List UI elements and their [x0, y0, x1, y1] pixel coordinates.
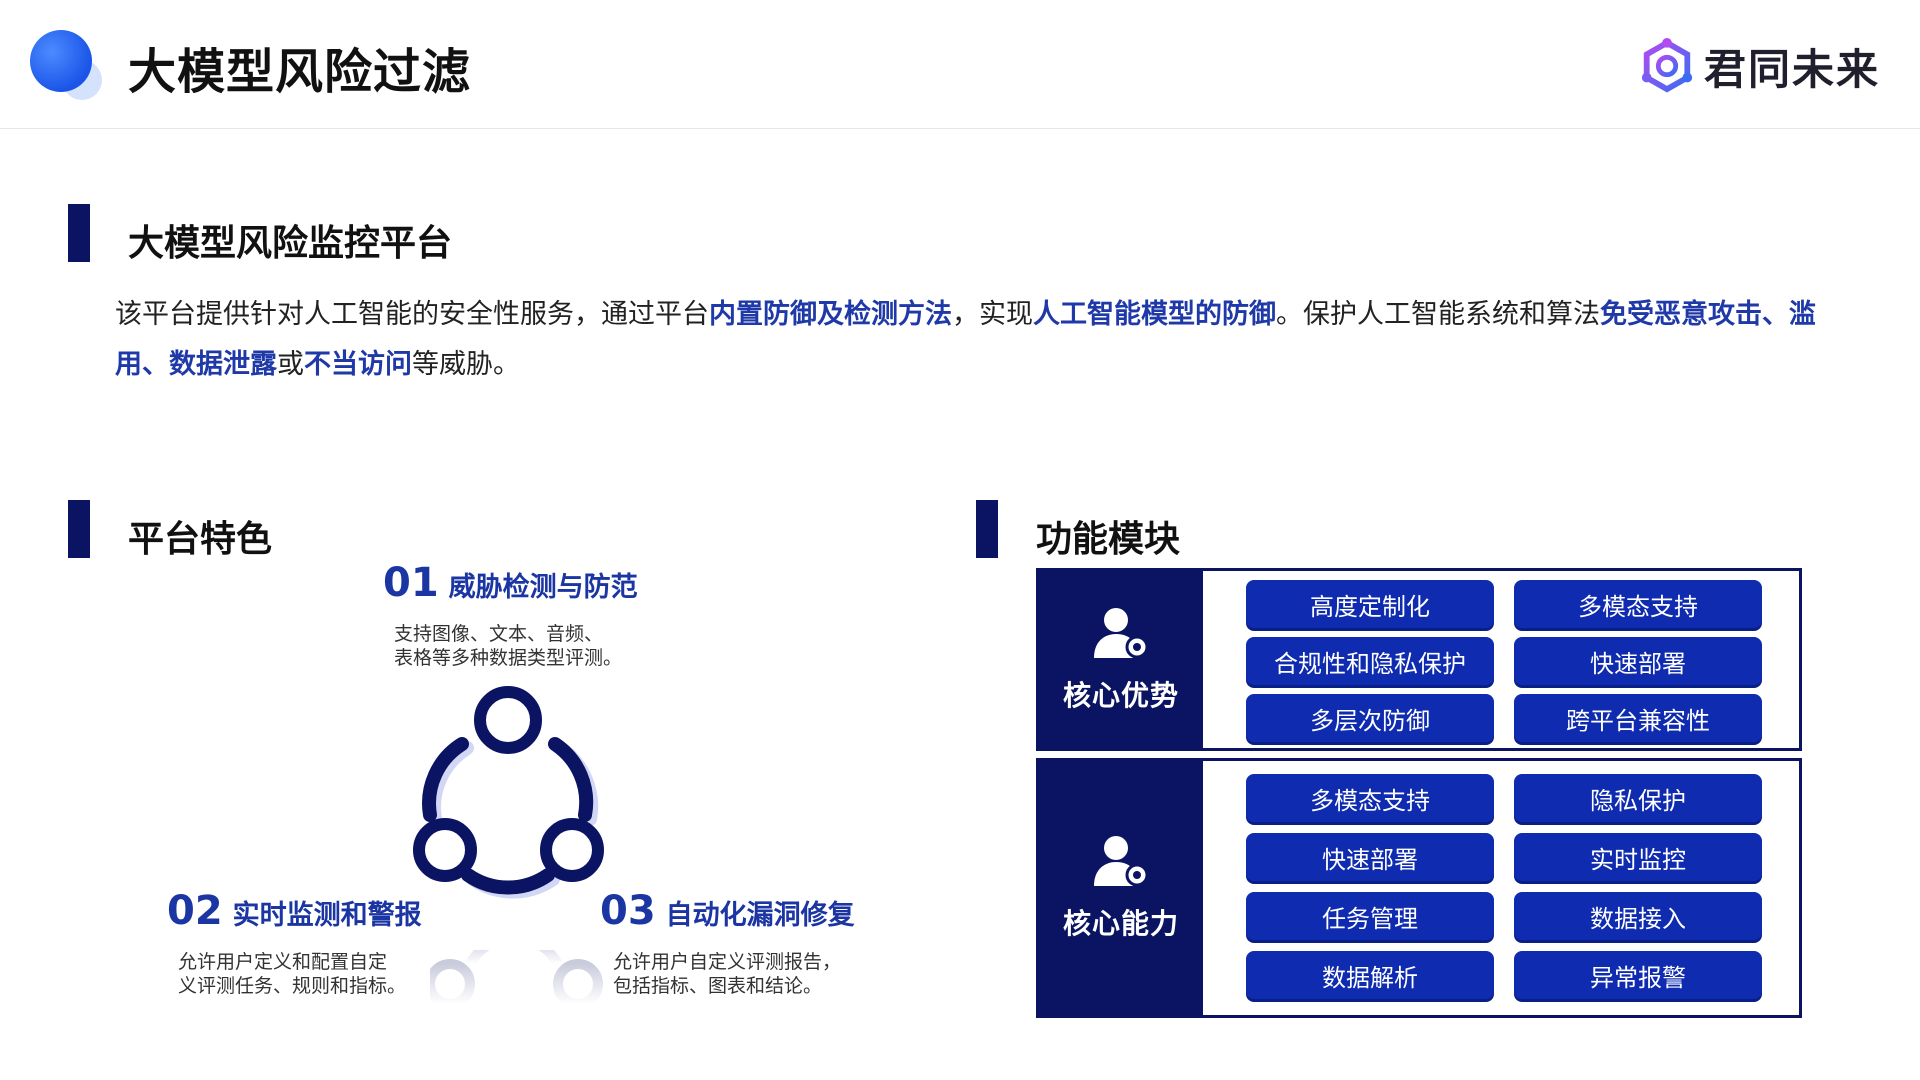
module-pill[interactable]: 多层次防御 — [1246, 694, 1494, 742]
module-pill[interactable]: 数据接入 — [1514, 892, 1762, 940]
core-advantages-label: 核心优势 — [1062, 678, 1179, 712]
user-gear-icon — [1094, 836, 1149, 887]
module-pill[interactable]: 实时监控 — [1514, 833, 1762, 881]
feature-03-heading: 03 自动化漏洞修复 — [600, 888, 855, 934]
feature-number: 01 — [383, 560, 439, 606]
module-pill[interactable]: 多模态支持 — [1246, 774, 1494, 822]
module-pill[interactable]: 数据解析 — [1246, 951, 1494, 999]
section-title-features: 平台特色 — [128, 519, 273, 560]
desc-part: 该平台提供针对人工智能的安全性服务，通过平台 — [115, 299, 709, 330]
desc-part: 等威胁。 — [412, 349, 520, 380]
feature-desc-line: 允许用户自定义评测报告， — [613, 951, 842, 973]
section-bar — [68, 204, 90, 262]
core-capabilities-panel: 核心能力 多模态支持 隐私保护 快速部署 实时监控 任务管理 数据接入 数据解析… — [1036, 758, 1802, 1018]
platform-description: 该平台提供针对人工智能的安全性服务，通过平台内置防御及检测方法，实现人工智能模型… — [115, 290, 1835, 390]
module-pill[interactable]: 多模态支持 — [1514, 580, 1762, 628]
feature-desc-line: 义评测任务、规则和指标。 — [178, 975, 407, 997]
section-bar — [976, 500, 998, 558]
feature-title: 自动化漏洞修复 — [665, 900, 855, 931]
section-title-platform: 大模型风险监控平台 — [128, 223, 453, 264]
feature-title: 实时监测和警报 — [232, 900, 422, 931]
module-pill[interactable]: 隐私保护 — [1514, 774, 1762, 822]
desc-highlight: 人工智能模型的防御 — [1033, 299, 1276, 330]
feature-title: 威胁检测与防范 — [448, 572, 638, 603]
feature-01-desc: 支持图像、文本、音频、 表格等多种数据类型评测。 — [394, 622, 622, 670]
module-pill[interactable]: 高度定制化 — [1246, 580, 1494, 628]
core-capabilities-label: 核心能力 — [1062, 907, 1179, 940]
cycle-graphic — [413, 686, 604, 899]
brand-logo-icon — [1641, 37, 1693, 93]
core-capabilities-side: 核心能力 — [1039, 761, 1203, 1015]
desc-highlight: 不当访问 — [304, 349, 412, 380]
feature-02-heading: 02 实时监测和警报 — [167, 888, 422, 934]
module-pill[interactable]: 合规性和隐私保护 — [1246, 637, 1494, 685]
section-bar — [68, 500, 90, 558]
feature-desc-line: 支持图像、文本、音频、 — [394, 623, 604, 645]
module-pill[interactable]: 快速部署 — [1246, 833, 1494, 881]
cycle-reflection — [430, 950, 603, 1009]
desc-part: ，实现 — [952, 299, 1033, 330]
header-decor-dot — [30, 30, 92, 92]
brand-logo: 君同未来 — [1638, 36, 1880, 96]
module-pill[interactable]: 异常报警 — [1514, 951, 1762, 999]
module-pill[interactable]: 跨平台兼容性 — [1514, 694, 1762, 742]
user-gear-icon — [1094, 607, 1149, 658]
feature-02-desc: 允许用户定义和配置自定 义评测任务、规则和指标。 — [178, 950, 406, 998]
feature-desc-line: 表格等多种数据类型评测。 — [394, 647, 623, 669]
brand-name: 君同未来 — [1703, 44, 1880, 94]
feature-01-heading: 01 威胁检测与防范 — [383, 560, 638, 606]
feature-number: 02 — [167, 888, 223, 934]
module-pill[interactable]: 快速部署 — [1514, 637, 1762, 685]
module-pill[interactable]: 任务管理 — [1246, 892, 1494, 940]
desc-part: 。保护人工智能系统和算法 — [1276, 299, 1600, 330]
page-title: 大模型风险过滤 — [128, 44, 472, 100]
feature-desc-line: 允许用户定义和配置自定 — [178, 951, 388, 973]
desc-highlight: 内置防御及检测方法 — [709, 299, 952, 330]
core-advantages-panel: 核心优势 高度定制化 多模态支持 合规性和隐私保护 快速部署 多层次防御 跨平台… — [1036, 568, 1802, 751]
feature-number: 03 — [600, 888, 656, 934]
section-title-modules: 功能模块 — [1036, 519, 1181, 560]
feature-desc-line: 包括指标、图表和结论。 — [613, 975, 823, 997]
desc-part: 或 — [277, 349, 304, 380]
feature-03-desc: 允许用户自定义评测报告， 包括指标、图表和结论。 — [613, 950, 841, 998]
core-advantages-side: 核心优势 — [1039, 571, 1203, 748]
